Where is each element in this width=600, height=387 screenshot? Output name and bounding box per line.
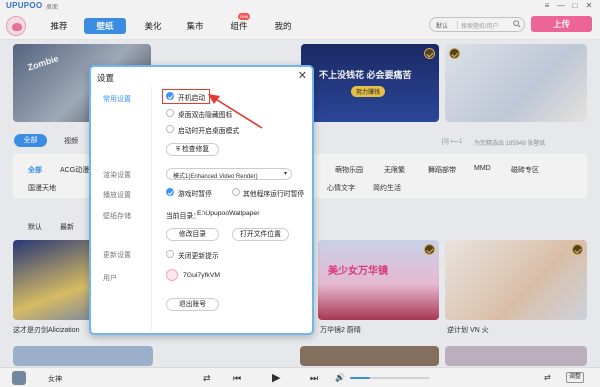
close-update-checkbox[interactable] — [166, 250, 174, 258]
open-dir-button[interactable]: 打开文件位置 — [232, 228, 289, 241]
app-window: UPUPOO 桌面 ≡ — □ ✕ 推荐 壁纸 美化 集市 组件 new 我的 默… — [0, 0, 600, 387]
desktop-hide-checkbox[interactable] — [166, 109, 174, 117]
user-avatar-small — [166, 269, 178, 281]
username: 7Gui7yfkVM — [183, 272, 221, 279]
pause-game-checkbox[interactable] — [166, 188, 174, 196]
dialog-divider — [151, 87, 152, 331]
render-mode-select[interactable]: 模式1(Enhanced Video Render) ▾ — [166, 168, 292, 180]
dialog-nav-playback[interactable]: 播放设置 — [103, 190, 131, 200]
repair-label: 检查修复 — [181, 146, 210, 153]
close-icon[interactable]: ✕ — [298, 69, 307, 82]
dialog-nav-user[interactable]: 用户 — [103, 273, 117, 283]
change-dir-button[interactable]: 修改目录 — [166, 228, 219, 241]
start-minimized-checkbox[interactable] — [166, 125, 174, 133]
pause-other-label: 其他程序运行时暂停 — [243, 191, 305, 198]
pause-other-checkbox[interactable] — [232, 188, 240, 196]
repair-button[interactable]: ⛨ 检查修复 — [166, 143, 219, 156]
dir-label: 当前目录： — [166, 213, 200, 220]
dialog-nav-render[interactable]: 渲染设置 — [103, 170, 131, 180]
chevron-down-icon: ▾ — [283, 171, 287, 177]
annotation-arrow-icon — [208, 94, 263, 129]
dialog-nav-storage[interactable]: 壁纸存储 — [103, 211, 131, 221]
dialog-nav-general[interactable]: 常用设置 — [103, 94, 131, 104]
render-mode-value: 模式1(Enhanced Video Render) — [173, 174, 258, 180]
dialog-nav-update[interactable]: 更新设置 — [103, 250, 131, 260]
dir-value: E:\UpupooWallpaper — [197, 210, 260, 217]
logout-button[interactable]: 退出账号 — [166, 298, 219, 311]
close-update-label: 关闭更新提示 — [178, 253, 219, 260]
pause-game-label: 游戏时暂停 — [178, 191, 212, 198]
dialog-title: 设置 — [97, 73, 115, 83]
